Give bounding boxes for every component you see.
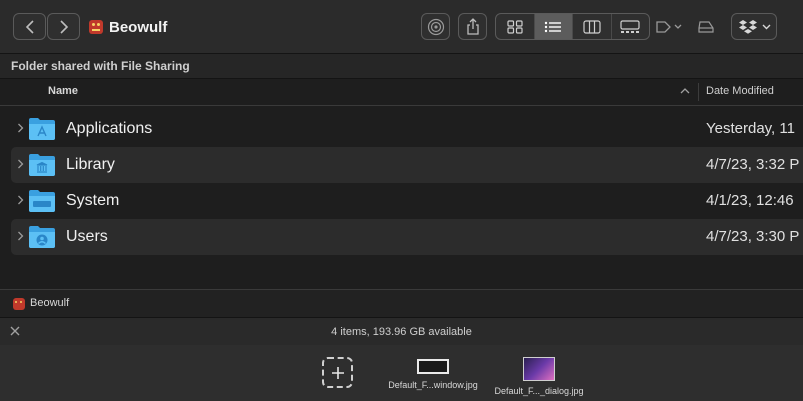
- finder-window: Beowulf Folder shared with File Sharing …: [0, 0, 803, 345]
- view-switcher: [495, 13, 650, 40]
- dropbox-icon: [738, 19, 757, 34]
- plus-icon: [331, 366, 344, 379]
- gallery-view-button[interactable]: [612, 14, 650, 39]
- share-button[interactable]: [458, 13, 487, 40]
- item-name: Users: [66, 228, 108, 245]
- list-item[interactable]: Users 4/7/23, 3:30 P: [11, 219, 803, 255]
- add-button[interactable]: [322, 357, 353, 388]
- column-header: Name Date Modified: [0, 79, 803, 106]
- eject-button[interactable]: [694, 15, 718, 38]
- grid-icon: [507, 19, 523, 34]
- date-modified-column-header[interactable]: Date Modified: [706, 85, 774, 97]
- disclosure-chevron-icon[interactable]: [17, 123, 24, 133]
- back-button[interactable]: [13, 13, 46, 40]
- window-title-text: Beowulf: [109, 18, 168, 36]
- list-item[interactable]: System 4/1/23, 12:46: [11, 183, 803, 219]
- beowulf-computer-icon: [13, 298, 25, 310]
- gallery-icon: [620, 19, 640, 33]
- shelf-item-dialog-jpg[interactable]: Default_F..._dialog.jpg: [489, 357, 589, 396]
- tags-button[interactable]: [653, 15, 685, 38]
- shared-folder-label: Folder shared with File Sharing: [11, 59, 190, 73]
- applications-folder-icon: [29, 118, 55, 140]
- disclosure-chevron-icon[interactable]: [17, 231, 24, 241]
- shared-folder-banner: Folder shared with File Sharing: [0, 54, 803, 79]
- icon-view-button[interactable]: [496, 14, 535, 39]
- disclosure-chevron-icon[interactable]: [17, 159, 24, 169]
- list-item[interactable]: Applications Yesterday, 11: [11, 111, 803, 147]
- shelf-item-window-jpg[interactable]: Default_F...window.jpg: [383, 357, 483, 390]
- dialog-thumbnail: [523, 357, 555, 381]
- column-divider[interactable]: [698, 83, 699, 101]
- chevron-right-icon: [59, 19, 68, 34]
- tag-icon: [656, 20, 682, 33]
- item-date: Yesterday, 11: [706, 120, 795, 137]
- list-item[interactable]: Library 4/7/23, 3:32 P: [11, 147, 803, 183]
- status-bar: 4 items, 193.96 GB available: [0, 317, 803, 345]
- item-date: 4/1/23, 12:46: [706, 192, 794, 209]
- sort-ascending-icon[interactable]: [680, 87, 690, 94]
- beowulf-computer-icon: [89, 20, 103, 34]
- chevron-left-icon: [25, 19, 34, 34]
- shelf-item-label: Default_F..._dialog.jpg: [494, 386, 584, 396]
- item-date: 4/7/23, 3:32 P: [706, 156, 800, 173]
- chevron-down-icon: [762, 24, 770, 29]
- share-icon: [466, 17, 479, 35]
- window-thumbnail: [417, 359, 449, 374]
- path-bar-item[interactable]: Beowulf: [30, 297, 69, 309]
- columns-icon: [583, 19, 601, 34]
- airdrop-button[interactable]: [421, 13, 450, 40]
- toolbar: Beowulf: [0, 0, 803, 54]
- list-view-button[interactable]: [534, 14, 573, 39]
- item-name: Applications: [66, 120, 153, 137]
- item-name: System: [66, 192, 120, 209]
- system-folder-icon: [29, 190, 55, 212]
- path-bar: Beowulf: [0, 289, 803, 317]
- window-title: Beowulf: [89, 16, 167, 38]
- column-view-button[interactable]: [573, 14, 612, 39]
- name-column-header[interactable]: Name: [48, 85, 78, 97]
- status-text: 4 items, 193.96 GB available: [331, 326, 472, 338]
- list-icon: [545, 21, 562, 32]
- item-name: Library: [66, 156, 115, 173]
- forward-button[interactable]: [47, 13, 80, 40]
- library-folder-icon: [29, 154, 55, 176]
- shelf-item-label: Default_F...window.jpg: [388, 380, 478, 390]
- disclosure-chevron-icon[interactable]: [17, 195, 24, 205]
- dropbox-button[interactable]: [731, 13, 777, 40]
- drive-icon: [698, 20, 714, 33]
- screenshot-shelf: Default_F...window.jpg Default_F..._dial…: [0, 345, 803, 401]
- airdrop-icon: [427, 18, 444, 35]
- users-folder-icon: [29, 226, 55, 248]
- item-date: 4/7/23, 3:30 P: [706, 228, 800, 245]
